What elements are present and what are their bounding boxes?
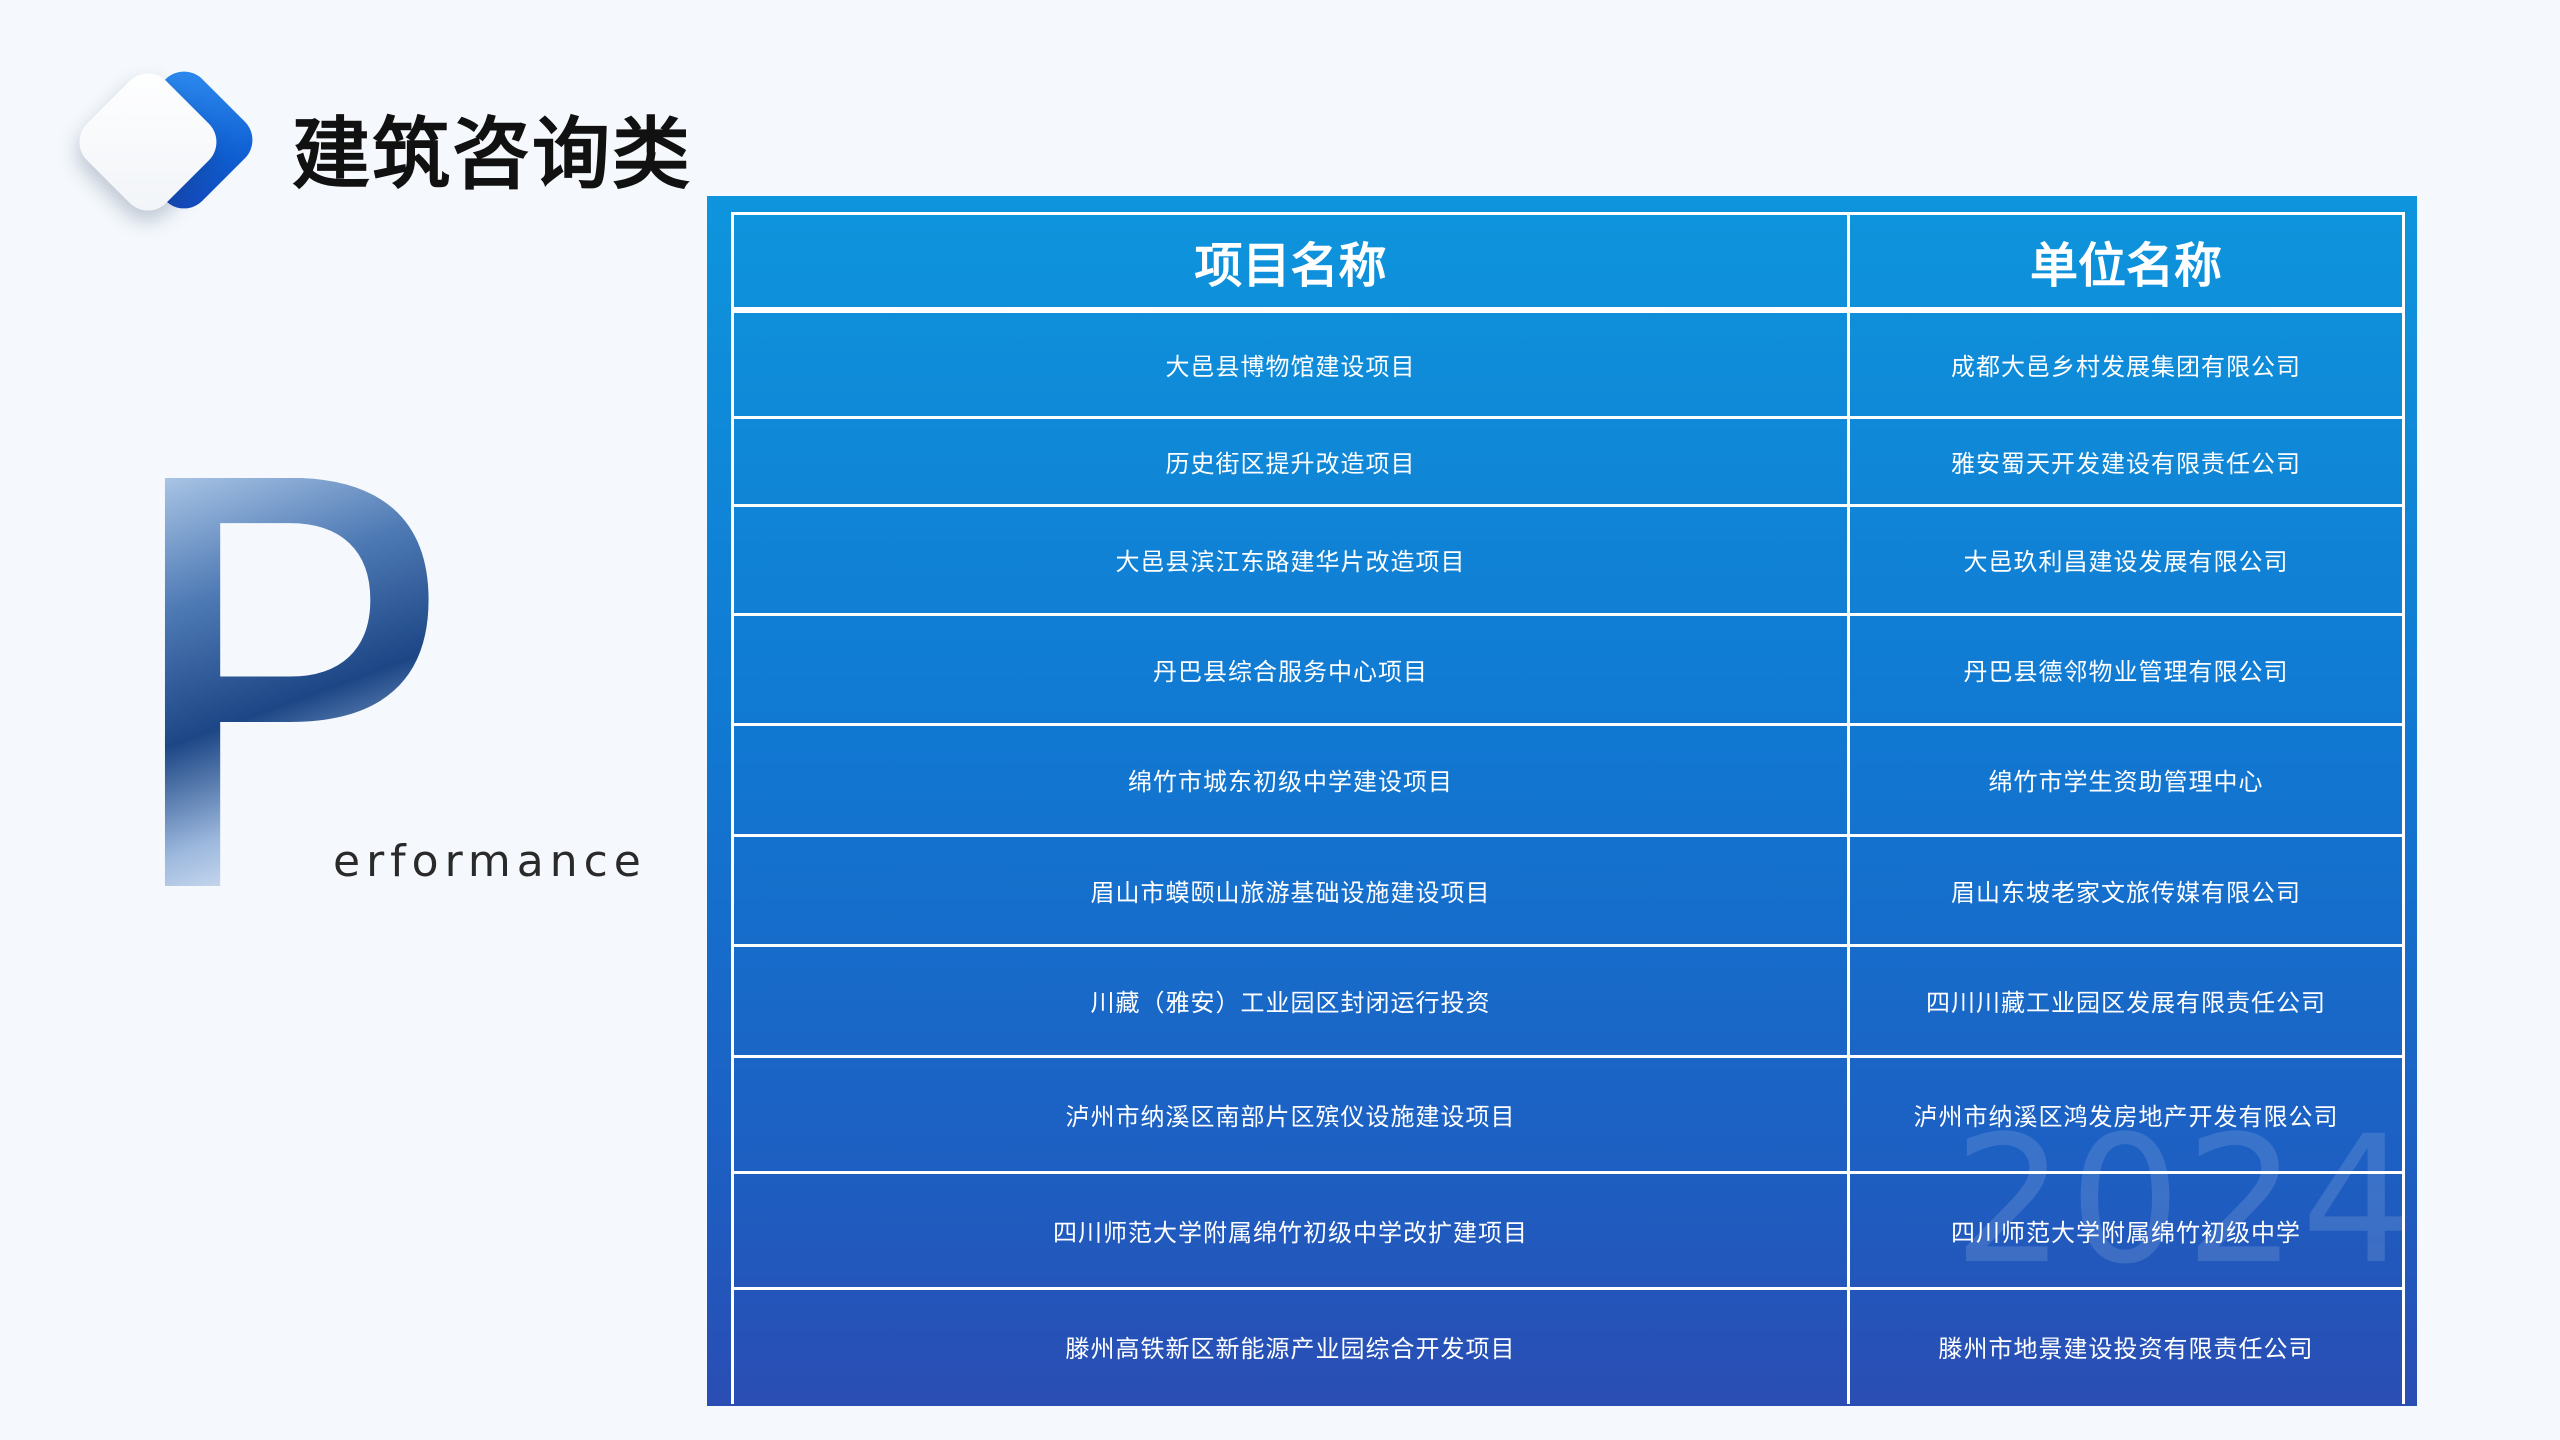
unit-name-cell: 雅安蜀天开发建设有限责任公司 <box>1846 415 2406 507</box>
projects-panel: 2024 项目名称 单位名称 大邑县博物馆建设项目 成都大邑乡村发展集团有限公司… <box>707 196 2417 1406</box>
table-row: 绵竹市城东初级中学建设项目 绵竹市学生资助管理中心 <box>731 722 2406 837</box>
unit-name-cell: 眉山东坡老家文旅传媒有限公司 <box>1846 833 2406 947</box>
unit-name-cell: 成都大邑乡村发展集团有限公司 <box>1846 308 2406 419</box>
table-row: 泸州市纳溪区南部片区殡仪设施建设项目 泸州市纳溪区鸿发房地产开发有限公司 <box>731 1054 2406 1174</box>
unit-name-cell: 泸州市纳溪区鸿发房地产开发有限公司 <box>1846 1054 2406 1174</box>
project-name-cell: 丹巴县综合服务中心项目 <box>731 612 1850 726</box>
page-title: 建筑咨询类 <box>292 110 693 200</box>
project-name-cell: 绵竹市城东初级中学建设项目 <box>731 722 1850 837</box>
unit-name-cell: 绵竹市学生资助管理中心 <box>1846 722 2406 837</box>
column-header-project: 项目名称 <box>731 212 1850 313</box>
project-name-cell: 眉山市蟆颐山旅游基础设施建设项目 <box>731 833 1850 947</box>
project-name-cell: 大邑县博物馆建设项目 <box>731 308 1850 419</box>
table-row: 四川师范大学附属绵竹初级中学改扩建项目 四川师范大学附属绵竹初级中学 <box>731 1170 2406 1290</box>
table-row: 滕州高铁新区新能源产业园综合开发项目 滕州市地景建设投资有限责任公司 <box>731 1286 2406 1404</box>
unit-name-cell: 四川师范大学附属绵竹初级中学 <box>1846 1170 2406 1290</box>
performance-word: erformance <box>333 836 647 887</box>
project-name-cell: 四川师范大学附属绵竹初级中学改扩建项目 <box>731 1170 1850 1290</box>
table-row: 川藏（雅安）工业园区封闭运行投资 四川川藏工业园区发展有限责任公司 <box>731 943 2406 1058</box>
project-name-cell: 泸州市纳溪区南部片区殡仪设施建设项目 <box>731 1054 1850 1174</box>
column-header-unit: 单位名称 <box>1846 212 2406 313</box>
table-row: 大邑县博物馆建设项目 成都大邑乡村发展集团有限公司 <box>731 308 2406 419</box>
table-header-row: 项目名称 单位名称 <box>731 212 2406 313</box>
project-name-cell: 川藏（雅安）工业园区封闭运行投资 <box>731 943 1850 1058</box>
table-row: 历史街区提升改造项目 雅安蜀天开发建设有限责任公司 <box>731 415 2406 507</box>
project-name-cell: 大邑县滨江东路建华片改造项目 <box>731 503 1850 616</box>
unit-name-cell: 丹巴县德邻物业管理有限公司 <box>1846 612 2406 726</box>
project-name-cell: 历史街区提升改造项目 <box>731 415 1850 507</box>
unit-name-cell: 大邑玖利昌建设发展有限公司 <box>1846 503 2406 616</box>
table-row: 眉山市蟆颐山旅游基础设施建设项目 眉山东坡老家文旅传媒有限公司 <box>731 833 2406 947</box>
project-name-cell: 滕州高铁新区新能源产业园综合开发项目 <box>731 1286 1850 1404</box>
logo <box>58 60 264 222</box>
projects-table: 项目名称 单位名称 大邑县博物馆建设项目 成都大邑乡村发展集团有限公司 历史街区… <box>731 212 2406 1404</box>
table-row: 丹巴县综合服务中心项目 丹巴县德邻物业管理有限公司 <box>731 612 2406 726</box>
unit-name-cell: 滕州市地景建设投资有限责任公司 <box>1846 1286 2406 1404</box>
table-row: 大邑县滨江东路建华片改造项目 大邑玖利昌建设发展有限公司 <box>731 503 2406 616</box>
unit-name-cell: 四川川藏工业园区发展有限责任公司 <box>1846 943 2406 1058</box>
